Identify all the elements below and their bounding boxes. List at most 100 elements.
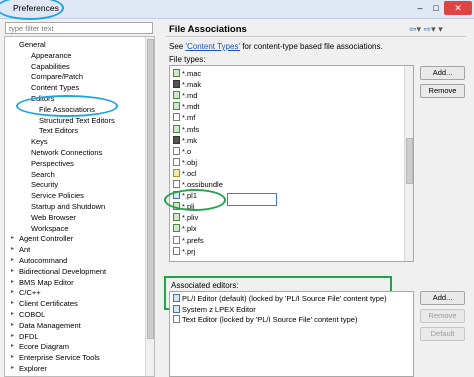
annotation-file-assoc-ellipse	[16, 95, 118, 117]
expand-icon[interactable]: ▸	[11, 234, 14, 241]
expand-icon[interactable]: ▸	[11, 299, 14, 306]
tree-item[interactable]: Web Browser	[31, 213, 76, 223]
expand-icon[interactable]: ▸	[11, 278, 14, 285]
file-type-label: *.mf	[182, 113, 196, 123]
file-type-row[interactable]: *.mak	[173, 80, 201, 90]
file-type-row[interactable]: *.prj	[173, 246, 195, 257]
file-type-row[interactable]: *.mdt	[173, 102, 200, 112]
tree-item[interactable]: Client Certificates	[19, 299, 78, 309]
file-type-row[interactable]: *.plx	[173, 224, 197, 234]
close-button[interactable]: ✕	[444, 1, 472, 15]
tree-item[interactable]: Service Policies	[31, 191, 84, 201]
tree-item[interactable]: Perspectives	[31, 159, 74, 169]
tree-item[interactable]: Explorer	[19, 364, 47, 374]
dropdown-icon[interactable]: ▾	[431, 24, 436, 34]
tree-item[interactable]: Structured Text Editors	[39, 116, 115, 126]
expand-icon[interactable]: ▸	[11, 342, 14, 349]
editor-icon	[173, 294, 180, 302]
file-type-row[interactable]: *.mf	[173, 113, 195, 123]
file-types-scrollbar[interactable]	[404, 66, 413, 261]
editor-row[interactable]: Text Editor (locked by 'PL/I Source File…	[173, 315, 357, 325]
file-type-row[interactable]: *.obj	[173, 157, 197, 168]
file-type-label: *.mac	[182, 69, 202, 78]
desc-prefix: See	[169, 42, 186, 51]
tree-item[interactable]: Security	[31, 180, 58, 190]
dropdown-icon[interactable]: ▾	[417, 24, 422, 34]
remove-file-type-button[interactable]: Remove	[420, 84, 465, 98]
annotation-pl1-ellipse	[164, 189, 226, 211]
add-file-type-button[interactable]: Add...	[420, 66, 465, 80]
content-types-link[interactable]: 'Content Types'	[185, 42, 240, 51]
assoc-editors-list[interactable]: PL/I Editor (default) (locked by 'PL/I S…	[169, 291, 414, 377]
tree-item[interactable]: Bidirectional Development	[19, 267, 106, 277]
file-type-row[interactable]: *.pliv	[173, 213, 198, 223]
tree-item[interactable]: Search	[31, 170, 55, 180]
tree-item[interactable]: Keys	[31, 137, 48, 147]
editor-icon	[173, 315, 180, 323]
tree-scroll-thumb[interactable]	[147, 39, 154, 339]
tree-item[interactable]: Text Editors	[39, 126, 78, 136]
file-type-row[interactable]: *.mk	[173, 135, 197, 146]
file-types-list[interactable]: *.mac *.mak *.md *.mdt *.mf *.mfs *.mk *.o *.obj…	[169, 65, 414, 262]
file-types-scroll-thumb[interactable]	[406, 138, 413, 184]
file-type-row[interactable]: *.md	[173, 91, 197, 101]
page-title: File Associations	[169, 24, 247, 35]
nav-arrows: ⇦▾ ⇨▾ ▾	[409, 24, 443, 35]
tree-item[interactable]: DFDL	[19, 332, 39, 342]
forward-arrow-icon[interactable]: ⇨	[424, 24, 432, 34]
tree-item[interactable]: Enterprise Service Tools	[19, 353, 100, 363]
expand-icon[interactable]: ▸	[11, 267, 14, 274]
expand-icon[interactable]: ▸	[11, 310, 14, 317]
file-icon	[173, 235, 180, 244]
tree-item[interactable]: Agent Controller	[19, 234, 73, 244]
file-icon	[173, 157, 180, 166]
tree-item[interactable]: General	[19, 40, 46, 50]
file-icon	[173, 246, 180, 255]
tree-item[interactable]: Network Connections	[31, 148, 102, 158]
tree-item[interactable]: COBOL	[19, 310, 45, 320]
file-type-row[interactable]: *.mac	[173, 69, 201, 79]
file-icon	[173, 91, 180, 100]
expand-icon[interactable]: ▸	[11, 288, 14, 295]
file-icon	[173, 224, 180, 233]
file-type-row[interactable]: *.prefs	[173, 235, 204, 246]
default-editor-button[interactable]: Default	[420, 327, 465, 341]
add-editor-button[interactable]: Add...	[420, 291, 465, 305]
tree-item[interactable]: Startup and Shutdown	[31, 202, 105, 212]
back-arrow-icon[interactable]: ⇦	[409, 24, 417, 34]
file-icon	[173, 124, 180, 133]
description: See 'Content Types' for content-type bas…	[169, 42, 383, 51]
tree-item[interactable]: Appearance	[31, 51, 71, 61]
tree-scrollbar[interactable]	[145, 37, 154, 376]
tree-item[interactable]: BMS Map Editor	[19, 278, 74, 288]
tree-item[interactable]: Workspace	[31, 224, 68, 234]
remove-editor-button[interactable]: Remove	[420, 309, 465, 323]
file-icon	[173, 168, 180, 177]
tree-item[interactable]: Autocommand	[19, 256, 67, 266]
tree-item[interactable]: Capabilities	[31, 62, 70, 72]
filter-input[interactable]: type filter text	[5, 22, 153, 34]
file-type-label: *.ocl	[182, 168, 197, 178]
file-type-label: *.pliv	[182, 213, 199, 223]
tree-item[interactable]: Data Management	[19, 321, 81, 331]
rename-edit-box[interactable]	[227, 193, 277, 206]
assoc-editors-label: Associated editors:	[171, 281, 239, 290]
editor-row[interactable]: PL/I Editor (default) (locked by 'PL/I S…	[173, 294, 387, 304]
file-icon	[173, 135, 180, 144]
tree-item[interactable]: C/C++	[19, 288, 41, 298]
expand-icon[interactable]: ▸	[11, 321, 14, 328]
file-type-row[interactable]: *.o	[173, 146, 191, 157]
expand-icon[interactable]: ▸	[11, 353, 14, 360]
expand-icon[interactable]: ▸	[11, 332, 14, 339]
file-type-row[interactable]: *.mfs	[173, 124, 199, 135]
editor-row[interactable]: System z LPEX Editor	[173, 304, 256, 315]
expand-icon[interactable]: ▸	[11, 245, 14, 252]
menu-icon[interactable]: ▾	[438, 24, 443, 34]
tree-item[interactable]: Content Types	[31, 83, 79, 93]
expand-icon[interactable]: ▸	[11, 256, 14, 263]
file-type-row[interactable]: *.ocl	[173, 168, 197, 179]
tree-item[interactable]: Ecore Diagram	[19, 342, 69, 352]
tree-item[interactable]: Ant	[19, 245, 30, 255]
expand-icon[interactable]: ▸	[11, 364, 14, 371]
tree-item[interactable]: Compare/Patch	[31, 72, 83, 82]
